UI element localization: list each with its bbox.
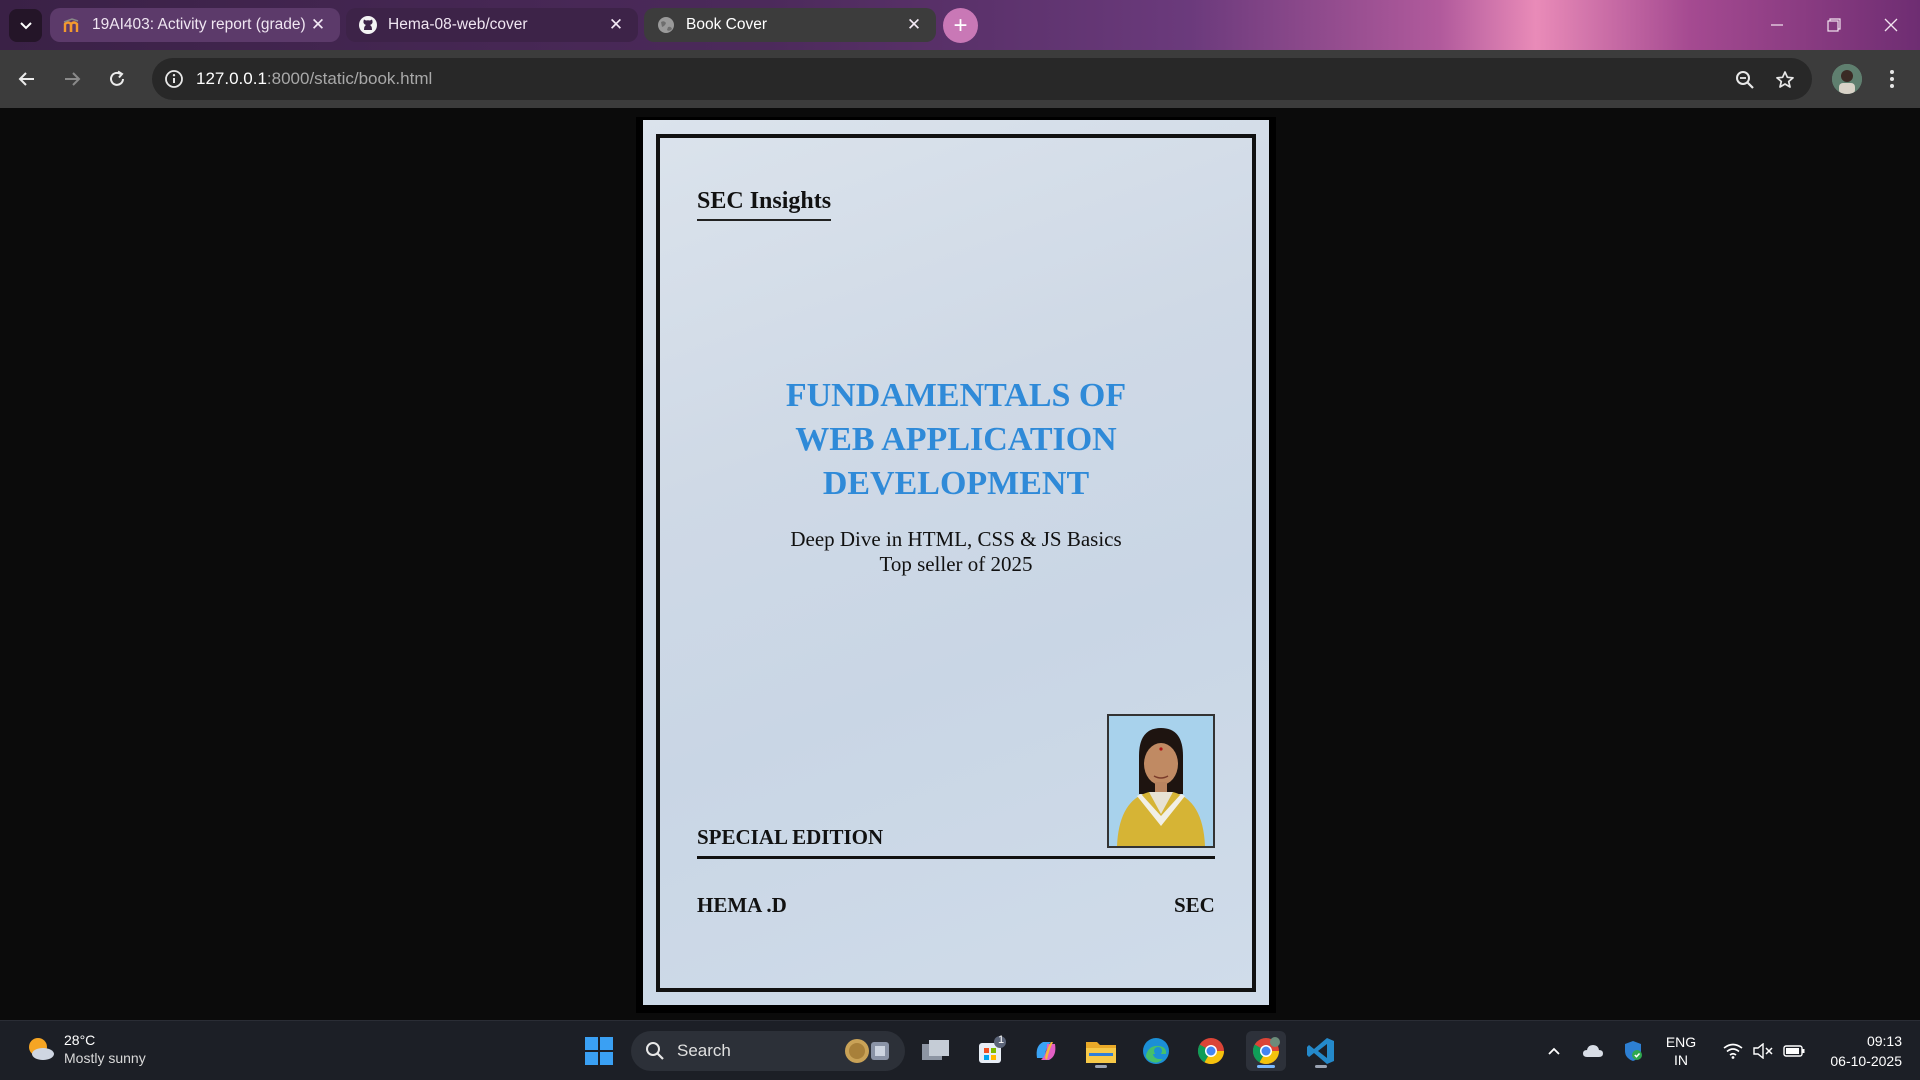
restore-button[interactable] — [1814, 8, 1854, 42]
search-highlight-icon — [845, 1039, 889, 1063]
weather-temp: 28°C — [64, 1032, 96, 1048]
close-icon[interactable]: ✕ — [308, 15, 328, 35]
windows-icon — [585, 1037, 613, 1065]
store-button[interactable]: 1 — [971, 1031, 1011, 1071]
tab-book-cover[interactable]: Book Cover ✕ — [644, 8, 936, 42]
search-label: Search — [677, 1041, 731, 1060]
url-text[interactable]: 127.0.0.1:8000/static/book.html — [196, 69, 432, 89]
quick-settings[interactable] — [1714, 1031, 1814, 1071]
running-indicator — [1095, 1065, 1107, 1068]
language-line2: IN — [1674, 1052, 1688, 1068]
tab-search-button[interactable] — [9, 9, 42, 42]
running-indicator — [1315, 1065, 1327, 1068]
author-name: HEMA .D — [697, 893, 787, 917]
search-icon — [646, 1042, 664, 1060]
battery-icon — [1783, 1045, 1805, 1057]
url-path: :8000/static/book.html — [266, 69, 433, 88]
edition-label: SPECIAL EDITION — [697, 825, 884, 849]
profile-avatar[interactable] — [1832, 64, 1862, 94]
book-subtitle: Deep Dive in HTML, CSS & JS Basics — [790, 527, 1122, 551]
chrome-icon — [1197, 1038, 1225, 1065]
task-view-icon — [922, 1040, 949, 1060]
file-explorer-button[interactable] — [1081, 1031, 1121, 1071]
title-line: DEVELOPMENT — [822, 465, 1090, 502]
security-tray[interactable] — [1618, 1031, 1648, 1071]
new-tab-button[interactable]: + — [943, 8, 978, 43]
url-host: 127.0.0.1 — [196, 69, 267, 88]
address-bar[interactable]: 127.0.0.1:8000/static/book.html — [152, 58, 1812, 100]
avatar-icon — [1832, 64, 1862, 94]
chrome-button[interactable] — [1191, 1031, 1231, 1071]
reload-button[interactable] — [100, 62, 134, 96]
chrome-icon — [1252, 1037, 1280, 1065]
tab-title: Book Cover — [686, 16, 767, 33]
forward-button[interactable] — [55, 62, 89, 96]
close-icon[interactable]: ✕ — [904, 15, 924, 35]
arrow-right-icon — [65, 72, 81, 86]
title-line: FUNDAMENTALS OF — [785, 377, 1127, 414]
weather-condition: Mostly sunny — [64, 1050, 146, 1066]
cover-divider — [697, 856, 1215, 859]
wifi-icon — [1723, 1043, 1743, 1059]
clock-date: 06-10-2025 — [1830, 1053, 1902, 1069]
show-hidden-icons-button[interactable] — [1540, 1031, 1568, 1071]
start-button[interactable] — [579, 1031, 619, 1071]
back-button[interactable] — [10, 62, 44, 96]
portrait-image — [1109, 716, 1213, 846]
copilot-icon — [1036, 1042, 1056, 1060]
globe-icon — [656, 15, 676, 35]
book-title: FUNDAMENTALS OF WEB APPLICATION DEVELOPM… — [736, 374, 1176, 506]
moodle-icon — [62, 15, 82, 35]
edge-icon — [1143, 1038, 1169, 1064]
publisher-name: SEC — [1174, 893, 1215, 917]
language-indicator[interactable]: ENG IN — [1658, 1031, 1704, 1071]
task-view-button[interactable] — [916, 1031, 956, 1071]
tab-strip: 19AI403: Activity report (grade) ✕ Hema-… — [0, 0, 1920, 50]
vscode-button[interactable] — [1301, 1031, 1341, 1071]
cloud-icon — [1583, 1045, 1603, 1057]
tab-title: Hema-08-web/cover — [388, 16, 528, 33]
shield-icon — [1625, 1041, 1642, 1061]
edge-button[interactable] — [1136, 1031, 1176, 1071]
volume-muted-icon — [1753, 1043, 1773, 1059]
taskbar-search[interactable]: Search — [631, 1031, 905, 1071]
browser-toolbar: 127.0.0.1:8000/static/book.html — [0, 50, 1920, 108]
folder-icon — [1086, 1042, 1116, 1063]
running-indicator — [1257, 1065, 1275, 1068]
arrow-left-icon — [18, 72, 34, 86]
vscode-icon — [1307, 1038, 1334, 1064]
onedrive-tray[interactable] — [1578, 1031, 1608, 1071]
browser-menu-button[interactable] — [1880, 64, 1904, 94]
chevron-down-icon — [19, 21, 32, 29]
chrome-profile-button[interactable] — [1246, 1031, 1286, 1071]
github-icon — [358, 15, 378, 35]
reload-icon — [110, 70, 124, 86]
tab-activity-report[interactable]: 19AI403: Activity report (grade) ✕ — [50, 8, 340, 42]
close-icon[interactable]: ✕ — [606, 15, 626, 35]
clock-time: 09:13 — [1866, 1033, 1902, 1049]
language-line1: ENG — [1665, 1034, 1697, 1050]
bookmark-star-icon[interactable] — [1772, 67, 1798, 93]
taskbar: 28°C Mostly sunny Search 1 ENG IN 09:13 … — [0, 1020, 1920, 1080]
close-window-button[interactable] — [1871, 8, 1911, 42]
tab-github[interactable]: Hema-08-web/cover ✕ — [346, 8, 638, 42]
title-line: WEB APPLICATION — [795, 421, 1117, 458]
copilot-button[interactable] — [1026, 1031, 1066, 1071]
publisher-brand: SEC Insights — [697, 188, 832, 221]
weather-widget[interactable]: 28°C Mostly sunny — [24, 1031, 146, 1067]
site-info-icon[interactable] — [162, 67, 186, 91]
system-clock[interactable]: 09:13 06-10-2025 — [1812, 1031, 1902, 1071]
sun-cloud-icon — [29, 1038, 54, 1060]
author-photo — [1107, 714, 1215, 848]
tab-title: 19AI403: Activity report (grade) — [92, 16, 306, 33]
store-badge: 1 — [998, 1034, 1005, 1046]
zoom-icon[interactable] — [1732, 67, 1758, 93]
minimize-button[interactable] — [1757, 8, 1797, 42]
book-tagline: Top seller of 2025 — [879, 552, 1033, 576]
chevron-up-icon — [1548, 1047, 1560, 1055]
